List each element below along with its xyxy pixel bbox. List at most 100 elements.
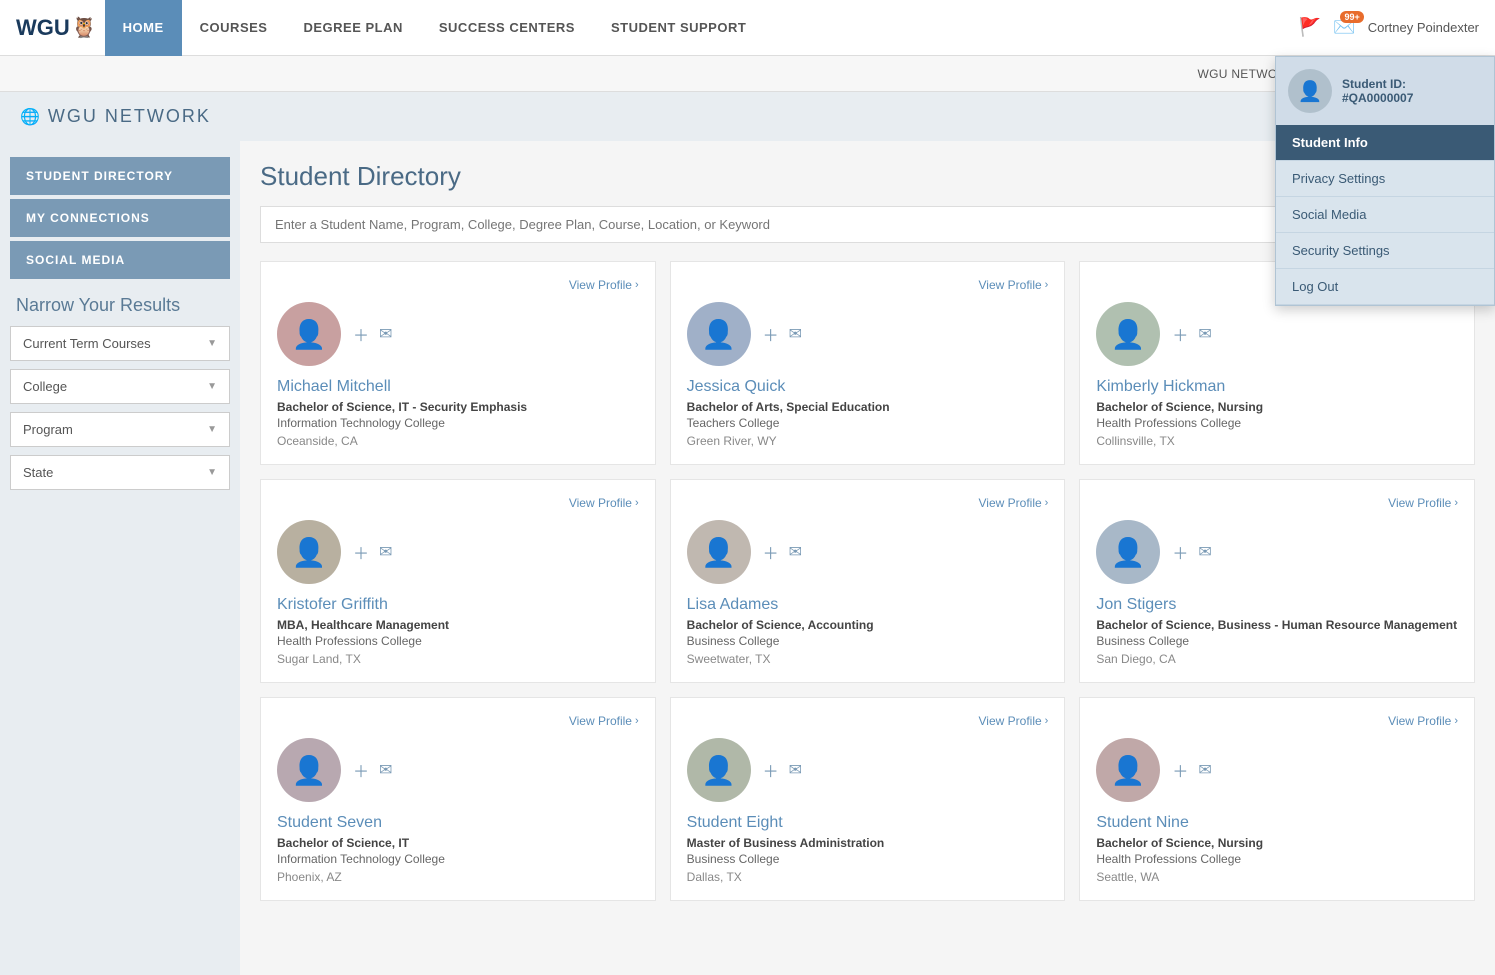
student-name[interactable]: Student Seven [277,814,639,832]
filter-college[interactable]: College ▼ [10,369,230,404]
top-nav: WGU 🦉 HOME COURSES DEGREE PLAN SUCCESS C… [0,0,1495,56]
user-name[interactable]: Cortney Poindexter [1368,20,1479,35]
student-name[interactable]: Kristofer Griffith [277,596,639,614]
student-name[interactable]: Jon Stigers [1096,596,1458,614]
avatar: 👤 [1096,302,1160,366]
message-icon[interactable]: ✉ [1198,324,1211,344]
logo-text: WGU [16,15,70,41]
nav-item-home[interactable]: HOME [105,0,182,56]
message-icon[interactable]: ✉ [1198,760,1211,780]
student-name[interactable]: Kimberly Hickman [1096,378,1458,396]
student-card: View Profile › 👤 ＋ ✉ Jessica Quick Bache… [670,261,1066,465]
chevron-right-icon: › [635,497,639,509]
avatar-row: 👤 ＋ ✉ [1096,738,1458,802]
card-top: View Profile › [687,278,1049,292]
avatar: 👤 [687,520,751,584]
student-degree: Bachelor of Arts, Special Education [687,400,1049,414]
filter-current-term[interactable]: Current Term Courses ▼ [10,326,230,361]
view-profile-link[interactable]: View Profile › [569,278,639,292]
dropdown-item-student-info[interactable]: Student Info [1276,125,1494,161]
message-icon[interactable]: ✉ [1198,542,1211,562]
filter-program[interactable]: Program ▼ [10,412,230,447]
view-profile-link[interactable]: View Profile › [979,278,1049,292]
avatar-row: 👤 ＋ ✉ [277,520,639,584]
view-profile-link[interactable]: View Profile › [979,496,1049,510]
message-icon[interactable]: ✉ [379,324,392,344]
avatar-row: 👤 ＋ ✉ [1096,302,1458,366]
notifications-icon-btn[interactable]: ✉️ 99+ [1333,17,1355,38]
logo-owl: 🦉 [72,15,97,40]
message-icon[interactable]: ✉ [789,324,802,344]
filter-state[interactable]: State ▼ [10,455,230,490]
sidebar-btn-social-media[interactable]: SOCIAL MEDIA [10,241,230,279]
student-name[interactable]: Student Eight [687,814,1049,832]
avatar-row: 👤 ＋ ✉ [687,302,1049,366]
page-header-title: WGU NETWORK [48,106,211,127]
student-name[interactable]: Lisa Adames [687,596,1049,614]
avatar: 👤 [1096,738,1160,802]
dropdown-item-privacy[interactable]: Privacy Settings [1276,161,1494,197]
user-dropdown: 👤 Student ID: #QA0000007 Student Info Pr… [1275,56,1495,306]
logo[interactable]: WGU 🦉 [16,15,97,41]
nav-items: HOME COURSES DEGREE PLAN SUCCESS CENTERS… [105,0,765,55]
student-college: Business College [687,634,1049,648]
sidebar-btn-student-directory[interactable]: STUDENT DIRECTORY [10,157,230,195]
view-profile-link[interactable]: View Profile › [979,714,1049,728]
add-connection-icon[interactable]: ＋ [763,322,779,346]
student-location: Sugar Land, TX [277,652,639,666]
student-college: Health Professions College [277,634,639,648]
student-college: Business College [687,852,1049,866]
nav-item-student-support[interactable]: STUDENT SUPPORT [593,0,764,56]
chevron-down-icon: ▼ [207,424,217,435]
add-connection-icon[interactable]: ＋ [353,758,369,782]
add-connection-icon[interactable]: ＋ [353,540,369,564]
student-college: Information Technology College [277,416,639,430]
add-connection-icon[interactable]: ＋ [353,322,369,346]
dropdown-item-social[interactable]: Social Media [1276,197,1494,233]
student-name[interactable]: Jessica Quick [687,378,1049,396]
add-connection-icon[interactable]: ＋ [763,758,779,782]
avatar-actions: ＋ ✉ [1172,540,1211,564]
student-name[interactable]: Student Nine [1096,814,1458,832]
dropdown-item-logout[interactable]: Log Out [1276,269,1494,305]
add-connection-icon[interactable]: ＋ [1172,322,1188,346]
student-location: Collinsville, TX [1096,434,1458,448]
student-name[interactable]: Michael Mitchell [277,378,639,396]
card-top: View Profile › [1096,714,1458,728]
sidebar-btn-my-connections[interactable]: MY CONNECTIONS [10,199,230,237]
nav-item-success-centers[interactable]: SUCCESS CENTERS [421,0,593,56]
student-location: Phoenix, AZ [277,870,639,884]
sidebar: STUDENT DIRECTORY MY CONNECTIONS SOCIAL … [0,141,240,975]
view-profile-link[interactable]: View Profile › [1388,496,1458,510]
student-id-value: #QA0000007 [1342,91,1413,105]
add-connection-icon[interactable]: ＋ [763,540,779,564]
message-icon[interactable]: ✉ [379,760,392,780]
message-icon[interactable]: ✉ [789,760,802,780]
student-degree: Bachelor of Science, IT [277,836,639,850]
avatar-actions: ＋ ✉ [353,322,392,346]
flag-icon-btn[interactable]: 🚩 [1299,17,1321,38]
add-connection-icon[interactable]: ＋ [1172,540,1188,564]
card-top: View Profile › [277,496,639,510]
message-icon[interactable]: ✉ [789,542,802,562]
view-profile-link[interactable]: View Profile › [569,714,639,728]
student-id-label: Student ID: [1342,77,1413,91]
view-profile-link[interactable]: View Profile › [569,496,639,510]
nav-right: 🚩 ✉️ 99+ Cortney Poindexter [1299,17,1479,38]
user-id-block: Student ID: #QA0000007 [1342,77,1413,105]
nav-item-courses[interactable]: COURSES [182,0,286,56]
add-connection-icon[interactable]: ＋ [1172,758,1188,782]
chevron-right-icon: › [1454,497,1458,509]
student-college: Health Professions College [1096,416,1458,430]
view-profile-link[interactable]: View Profile › [1388,714,1458,728]
student-degree: Bachelor of Science, Business - Human Re… [1096,618,1458,632]
main-layout: STUDENT DIRECTORY MY CONNECTIONS SOCIAL … [0,141,1495,975]
student-card: View Profile › 👤 ＋ ✉ Student Eight Maste… [670,697,1066,901]
nav-item-degree-plan[interactable]: DEGREE PLAN [285,0,420,56]
avatar: 👤 [277,520,341,584]
dropdown-item-security[interactable]: Security Settings [1276,233,1494,269]
chevron-right-icon: › [635,279,639,291]
message-icon[interactable]: ✉ [379,542,392,562]
avatar-actions: ＋ ✉ [763,540,802,564]
chevron-right-icon: › [1045,279,1049,291]
